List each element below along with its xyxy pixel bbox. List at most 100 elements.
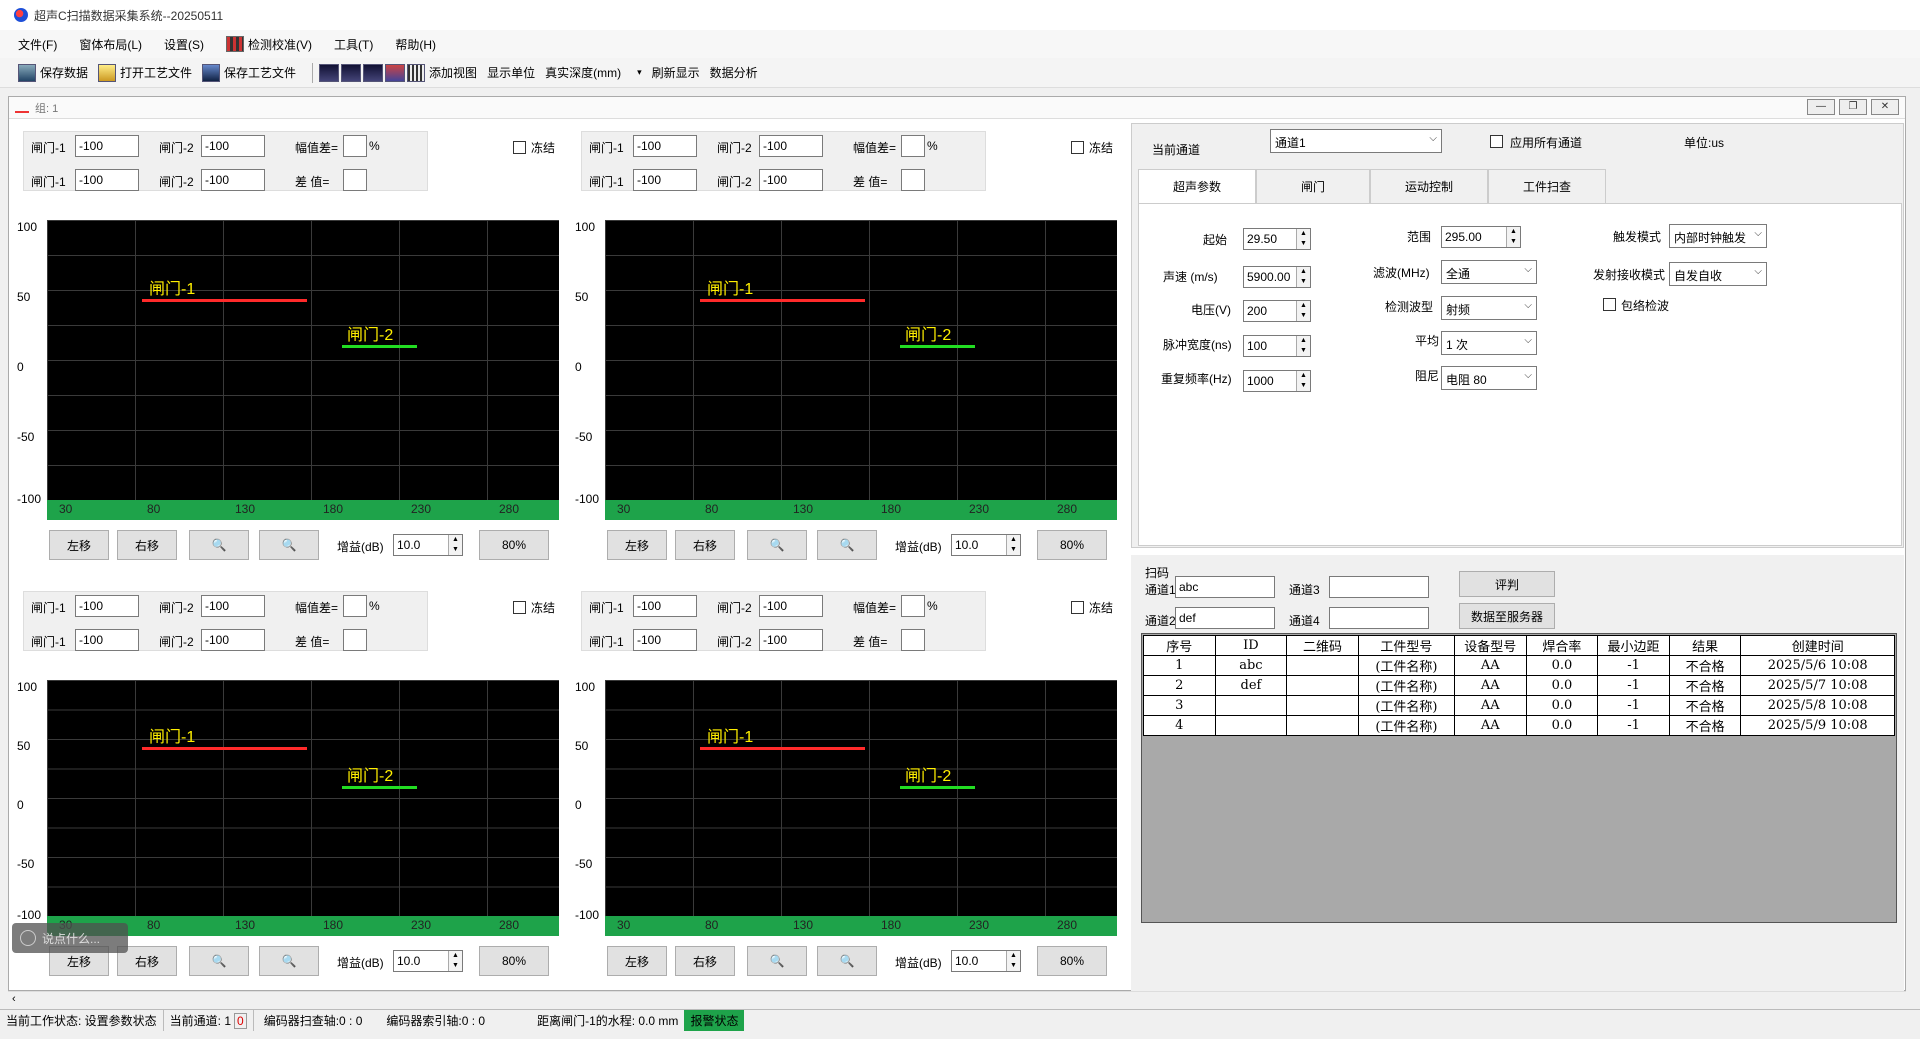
table-header-cell[interactable]: 焊合率 — [1525, 635, 1599, 656]
spin-arrows-icon[interactable]: ▲ ▼ — [1006, 535, 1020, 555]
percent-80-button[interactable]: 80% — [479, 946, 549, 976]
gate1-bar[interactable] — [142, 299, 307, 303]
tab-gate[interactable]: 闸门 — [1256, 169, 1371, 203]
spin-arrows-icon[interactable]: ▲ ▼ — [448, 951, 462, 971]
percent-80-button[interactable]: 80% — [479, 530, 549, 560]
gain-input[interactable]: 10.0 ▲ ▼ — [393, 950, 463, 972]
table-row[interactable]: 2 def (工件名称) AA 0.0 -1 不合格 2025/5/7 10:08 — [1143, 675, 1895, 696]
view-layout-4-icon[interactable] — [385, 63, 406, 82]
spin-arrows-icon[interactable]: ▲ ▼ — [1296, 301, 1310, 321]
view-layout-2-icon[interactable] — [341, 63, 362, 82]
wave-type-select[interactable]: 射频 ⌵ — [1441, 296, 1537, 320]
spin-arrows-icon[interactable]: ▲ ▼ — [1296, 336, 1310, 356]
gate1-input[interactable]: -100 — [75, 135, 139, 157]
gate2-bar[interactable] — [342, 785, 417, 789]
zoom-in-button[interactable]: 🔍 — [747, 946, 807, 976]
tab-motion[interactable]: 运动控制 — [1370, 169, 1489, 203]
gate1-bar[interactable] — [700, 299, 865, 303]
table-row[interactable]: 3 (工件名称) AA 0.0 -1 不合格 2025/5/8 10:08 — [1143, 695, 1895, 716]
percent-80-button[interactable]: 80% — [1037, 946, 1107, 976]
txrx-mode-select[interactable]: 自发自收 ⌵ — [1669, 262, 1767, 286]
gate2-bar[interactable] — [900, 785, 975, 789]
waveform-plot[interactable]: 闸门-1 闸门-2 — [605, 680, 1117, 916]
gate2-input[interactable]: -100 — [201, 595, 265, 617]
filter-select[interactable]: 全通 ⌵ — [1441, 260, 1537, 284]
waveform-plot[interactable]: 闸门-1 闸门-2 — [47, 220, 559, 500]
move-right-button[interactable]: 右移 — [117, 530, 177, 560]
gate1-input[interactable]: -100 — [75, 629, 139, 651]
gate2-input[interactable]: -100 — [201, 135, 265, 157]
menu-file[interactable]: 文件(F) — [18, 36, 57, 53]
gate2-input[interactable]: -100 — [759, 169, 823, 191]
horizontal-scrollbar[interactable]: ‹ — [8, 991, 1906, 1007]
spin-arrows-icon[interactable]: ▲ ▼ — [1296, 229, 1310, 249]
freeze-checkbox[interactable] — [513, 141, 526, 154]
gate1-input[interactable]: -100 — [633, 135, 697, 157]
rep-rate-input[interactable]: 1000 ▲ ▼ — [1243, 370, 1311, 392]
close-button[interactable]: ✕ — [1871, 99, 1899, 115]
save-process-button[interactable]: 保存工艺文件 — [202, 63, 296, 82]
spin-arrows-icon[interactable]: ▲ ▼ — [1296, 371, 1310, 391]
restore-button[interactable]: ❐ — [1839, 99, 1867, 115]
table-header-cell[interactable]: 设备型号 — [1454, 635, 1527, 656]
gate2-input[interactable]: -100 — [759, 629, 823, 651]
menu-help[interactable]: 帮助(H) — [395, 36, 436, 53]
freeze-checkbox[interactable] — [513, 601, 526, 614]
zoom-out-button[interactable]: 🔍 — [259, 946, 319, 976]
apply-all-checkbox[interactable] — [1490, 135, 1503, 148]
average-select[interactable]: 1 次 ⌵ — [1441, 331, 1537, 355]
trigger-mode-select[interactable]: 内部时钟触发 ⌵ — [1669, 224, 1767, 248]
move-left-button[interactable]: 左移 — [49, 530, 109, 560]
pulse-width-input[interactable]: 100 ▲ ▼ — [1243, 335, 1311, 357]
voltage-input[interactable]: 200 ▲ ▼ — [1243, 300, 1311, 322]
gain-input[interactable]: 10.0 ▲ ▼ — [951, 950, 1021, 972]
zoom-in-button[interactable]: 🔍 — [189, 530, 249, 560]
gate2-input[interactable]: -100 — [759, 595, 823, 617]
save-data-button[interactable]: 保存数据 — [18, 63, 88, 82]
gate1-input[interactable]: -100 — [633, 629, 697, 651]
damping-select[interactable]: 电阻 80 ⌵ — [1441, 366, 1537, 390]
tab-ultrasonic[interactable]: 超声参数 — [1138, 169, 1257, 203]
table-header-cell[interactable]: 二维码 — [1286, 635, 1359, 656]
gate2-input[interactable]: -100 — [759, 135, 823, 157]
table-header-cell[interactable]: 创建时间 — [1740, 635, 1895, 656]
range-input[interactable]: 295.00 ▲ ▼ — [1441, 226, 1521, 248]
gate2-bar[interactable] — [900, 345, 975, 349]
gain-input[interactable]: 10.0 ▲ ▼ — [951, 534, 1021, 556]
scroll-left-icon[interactable]: ‹ — [12, 993, 16, 1005]
spin-arrows-icon[interactable]: ▲ ▼ — [448, 535, 462, 555]
zoom-in-button[interactable]: 🔍 — [189, 946, 249, 976]
real-depth-dropdown[interactable]: 真实深度(mm) ▾ — [545, 64, 642, 81]
envelope-checkbox[interactable] — [1603, 298, 1616, 311]
judge-button[interactable]: 评判 — [1459, 571, 1555, 597]
add-view-button[interactable]: 添加视图 — [407, 63, 477, 82]
view-layout-3-icon[interactable] — [363, 63, 384, 82]
gate1-bar[interactable] — [142, 746, 307, 750]
gate1-input[interactable]: -100 — [75, 169, 139, 191]
table-row[interactable]: 4 (工件名称) AA 0.0 -1 不合格 2025/5/9 10:08 — [1143, 715, 1895, 736]
gate1-input[interactable]: -100 — [75, 595, 139, 617]
scan-ch3-input[interactable] — [1329, 576, 1429, 598]
zoom-out-button[interactable]: 🔍 — [259, 530, 319, 560]
display-unit-button[interactable]: 显示单位 — [487, 64, 535, 81]
menu-layout[interactable]: 窗体布局(L) — [79, 36, 142, 53]
gate2-bar[interactable] — [342, 345, 417, 349]
move-left-button[interactable]: 左移 — [607, 530, 667, 560]
zoom-out-button[interactable]: 🔍 — [817, 530, 877, 560]
gain-input[interactable]: 10.0 ▲ ▼ — [393, 534, 463, 556]
current-channel-select[interactable]: 通道1 ⌵ — [1270, 129, 1442, 153]
start-input[interactable]: 29.50 ▲ ▼ — [1243, 228, 1311, 250]
zoom-in-button[interactable]: 🔍 — [747, 530, 807, 560]
view-layout-1-icon[interactable] — [319, 63, 340, 82]
gate1-input[interactable]: -100 — [633, 595, 697, 617]
gate1-bar[interactable] — [700, 746, 865, 750]
scan-ch2-input[interactable]: def — [1175, 607, 1275, 629]
upload-server-button[interactable]: 数据至服务器 — [1459, 603, 1555, 629]
table-header-cell[interactable]: ID — [1214, 635, 1288, 656]
scan-ch1-input[interactable]: abc — [1175, 576, 1275, 598]
velocity-input[interactable]: 5900.00 ▲ ▼ — [1243, 266, 1311, 288]
table-row[interactable]: 1 abc (工件名称) AA 0.0 -1 不合格 2025/5/6 10:08 — [1143, 655, 1895, 676]
gate2-input[interactable]: -100 — [201, 629, 265, 651]
open-process-button[interactable]: 打开工艺文件 — [98, 63, 192, 82]
spin-arrows-icon[interactable]: ▲ ▼ — [1296, 267, 1310, 287]
